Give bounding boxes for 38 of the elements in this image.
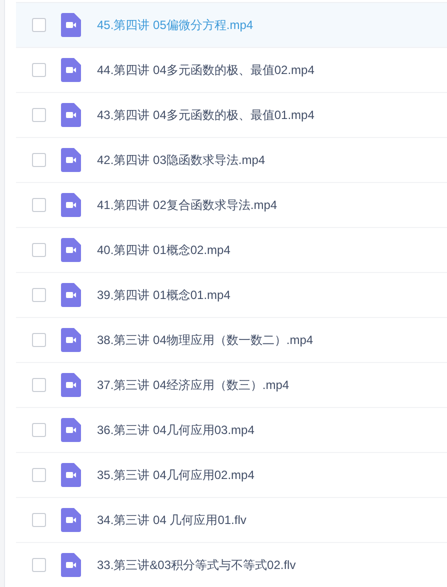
checkbox[interactable] xyxy=(32,333,46,347)
file-name[interactable]: 41.第四讲 02复合函数求导法.mp4 xyxy=(97,196,278,214)
checkbox[interactable] xyxy=(32,153,46,167)
checkbox[interactable] xyxy=(32,63,46,77)
file-name[interactable]: 43.第四讲 04多元函数的极、最值01.mp4 xyxy=(97,106,314,124)
video-file-icon xyxy=(61,463,81,487)
checkbox[interactable] xyxy=(32,18,46,32)
checkbox[interactable] xyxy=(32,558,46,572)
checkbox[interactable] xyxy=(32,288,46,302)
file-name[interactable]: 44.第四讲 04多元函数的极、最值02.mp4 xyxy=(97,61,314,79)
file-name[interactable]: 39.第四讲 01概念01.mp4 xyxy=(97,286,230,304)
video-file-icon xyxy=(61,103,81,127)
video-file-icon xyxy=(61,58,81,82)
checkbox[interactable] xyxy=(32,468,46,482)
file-name[interactable]: 36.第三讲 04几何应用03.mp4 xyxy=(97,421,254,439)
file-name[interactable]: 33.第三讲&03积分等式与不等式02.flv xyxy=(97,556,296,574)
video-file-icon xyxy=(61,418,81,442)
checkbox[interactable] xyxy=(32,423,46,437)
checkbox[interactable] xyxy=(32,378,46,392)
video-file-icon xyxy=(61,13,81,37)
checkbox[interactable] xyxy=(32,513,46,527)
file-name[interactable]: 35.第三讲 04几何应用02.mp4 xyxy=(97,466,254,484)
video-file-icon xyxy=(61,328,81,352)
video-file-icon xyxy=(61,283,81,307)
video-file-icon xyxy=(61,508,81,532)
file-name[interactable]: 38.第三讲 04物理应用（数一数二）.mp4 xyxy=(97,331,314,349)
checkbox[interactable] xyxy=(32,198,46,212)
file-name[interactable]: 42.第四讲 03隐函数求导法.mp4 xyxy=(97,151,266,169)
checkbox[interactable] xyxy=(32,243,46,257)
file-name[interactable]: 40.第四讲 01概念02.mp4 xyxy=(97,241,230,259)
video-file-icon xyxy=(61,193,81,217)
video-file-icon xyxy=(61,553,81,577)
file-name[interactable]: 37.第三讲 04经济应用（数三）.mp4 xyxy=(97,376,290,394)
file-name[interactable]: 34.第三讲 04 几何应用01.flv xyxy=(97,511,246,529)
video-file-icon xyxy=(61,238,81,262)
video-file-icon xyxy=(61,373,81,397)
checkbox[interactable] xyxy=(32,108,46,122)
video-file-icon xyxy=(61,148,81,172)
